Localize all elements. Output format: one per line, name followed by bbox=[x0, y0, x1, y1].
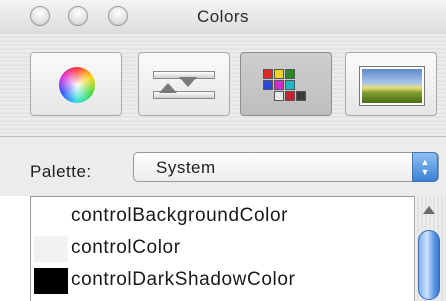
color-wheel-icon bbox=[59, 67, 95, 103]
color-name: controlBackgroundColor bbox=[71, 205, 289, 226]
title-bar: Colors bbox=[0, 0, 446, 34]
palette-selected-value: System bbox=[156, 158, 216, 177]
color-swatch bbox=[34, 268, 68, 294]
popup-arrows-icon: ▲ ▼ bbox=[412, 152, 438, 182]
color-swatch bbox=[34, 204, 68, 230]
scroll-up-arrow-icon[interactable] bbox=[423, 206, 435, 214]
color-list: controlBackgroundColor controlColor cont… bbox=[30, 196, 414, 301]
color-sliders-mode-button[interactable] bbox=[138, 52, 230, 116]
color-name: controlDarkShadowColor bbox=[71, 269, 296, 290]
palette-popup[interactable]: System ▲ ▼ bbox=[133, 152, 439, 182]
palette-selector-row: Palette: System ▲ ▼ bbox=[0, 137, 446, 196]
image-palettes-mode-button[interactable] bbox=[345, 52, 437, 116]
list-item[interactable]: controlBackgroundColor bbox=[31, 201, 415, 233]
color-wheel-mode-button[interactable] bbox=[30, 52, 122, 116]
list-scrollbar[interactable] bbox=[414, 196, 446, 301]
list-item[interactable]: controlColor bbox=[31, 233, 415, 265]
color-palettes-mode-button[interactable] bbox=[240, 52, 332, 116]
color-swatch bbox=[34, 236, 68, 262]
landscape-image-icon bbox=[360, 67, 424, 105]
color-name: controlColor bbox=[71, 237, 181, 258]
scrollbar-thumb[interactable] bbox=[418, 230, 440, 300]
palette-label: Palette: bbox=[30, 162, 92, 181]
list-item[interactable]: controlDarkShadowColor bbox=[31, 265, 415, 297]
window-title: Colors bbox=[196, 7, 250, 26]
mode-toolbar bbox=[0, 34, 446, 136]
